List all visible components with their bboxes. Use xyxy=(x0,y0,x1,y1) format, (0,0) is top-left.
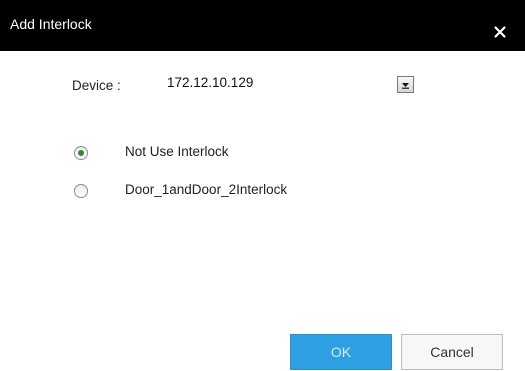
add-interlock-dialog: Add Interlock Device : 172.12.10.129 Not… xyxy=(0,0,525,371)
dropdown-button[interactable] xyxy=(397,76,414,93)
radio-not-use-interlock[interactable] xyxy=(74,146,88,160)
device-select[interactable]: 172.12.10.129 xyxy=(154,68,422,97)
close-icon xyxy=(494,26,506,38)
close-button[interactable] xyxy=(489,21,511,43)
chevron-down-icon xyxy=(402,83,409,89)
radio-door1-door2-interlock[interactable] xyxy=(74,184,88,198)
device-label: Device : xyxy=(72,78,121,93)
cancel-button[interactable]: Cancel xyxy=(401,334,503,370)
option-label-not-use-interlock: Not Use Interlock xyxy=(125,144,229,159)
device-selected-value: 172.12.10.129 xyxy=(167,75,254,90)
dialog-title: Add Interlock xyxy=(10,16,92,32)
radio-selected-dot xyxy=(78,150,84,156)
ok-button[interactable]: OK xyxy=(290,334,392,370)
dialog-titlebar: Add Interlock xyxy=(0,0,525,51)
option-label-door1-door2-interlock: Door_1andDoor_2Interlock xyxy=(125,182,288,197)
